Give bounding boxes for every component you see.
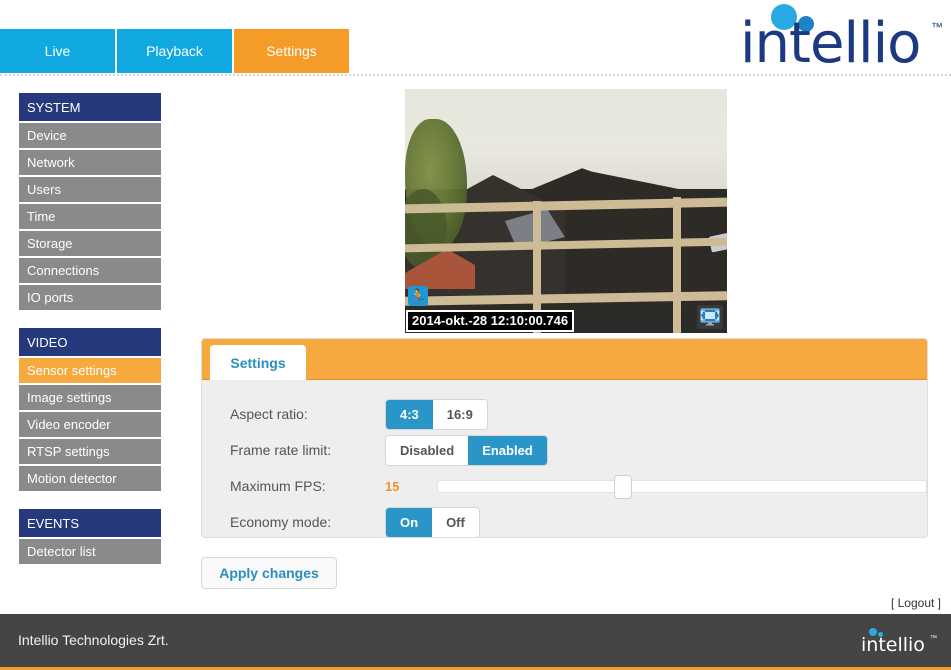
sidebar-item-time[interactable]: Time [19,204,161,231]
frame-rate-limit-option-disabled[interactable]: Disabled [386,435,469,465]
panel-tab-bar: Settings [202,339,927,380]
row-frame-rate-limit: Frame rate limit: Disabled Enabled [230,432,927,468]
sidebar-group-system: SYSTEM Device Network Users Time Storage… [19,93,161,312]
sidebar-group-video: VIDEO Sensor settings Image settings Vid… [19,328,161,493]
sidebar-header-video: VIDEO [19,328,161,356]
aspect-ratio-option-4-3[interactable]: 4:3 [386,399,433,429]
page-header: intellio ™ Live Playback Settings [0,0,951,78]
sidebar-header-events: EVENTS [19,509,161,537]
row-aspect-ratio: Aspect ratio: 4:3 16:9 [230,396,927,432]
panel-tab-settings[interactable]: Settings [210,345,306,380]
apply-changes-label: Apply changes [219,565,319,581]
row-economy-mode: Economy mode: On Off [230,504,927,537]
label-aspect-ratio: Aspect ratio: [230,406,308,422]
label-frame-rate-limit: Frame rate limit: [230,442,332,458]
sidebar-item-storage[interactable]: Storage [19,231,161,258]
sidebar-item-users[interactable]: Users [19,177,161,204]
label-maximum-fps: Maximum FPS: [230,478,326,494]
tab-playback[interactable]: Playback [117,29,234,73]
panel-tab-settings-label: Settings [230,354,286,371]
app-root: intellio ™ Live Playback Settings SYSTEM… [0,0,951,670]
tab-live-label: Live [44,43,71,59]
sidebar: SYSTEM Device Network Users Time Storage… [19,93,161,582]
panel-body: Aspect ratio: 4:3 16:9 Frame rate limit:… [202,380,927,537]
logo-wordmark: intellio [740,11,921,76]
sidebar-item-image-settings[interactable]: Image settings [19,385,161,412]
footer-logo-trademark: ™ [930,635,937,642]
sidebar-item-video-encoder[interactable]: Video encoder [19,412,161,439]
video-timestamp: 2014-okt.-28 12:10:00.746 [406,310,575,332]
sidebar-header-system: SYSTEM [19,93,161,121]
page-footer: Intellio Technologies Zrt. intellio ™ [0,614,951,670]
footer-logo-wordmark: intellio [861,634,925,656]
frame-rate-limit-segmented-control: Disabled Enabled [385,434,548,466]
tab-live[interactable]: Live [0,29,117,73]
motion-running-person-icon[interactable]: 🏃 [408,286,428,306]
logo-trademark: ™ [931,20,943,34]
sidebar-item-detector-list[interactable]: Detector list [19,539,161,566]
sidebar-group-events: EVENTS Detector list [19,509,161,566]
sidebar-item-rtsp-settings[interactable]: RTSP settings [19,439,161,466]
tab-settings[interactable]: Settings [234,29,351,73]
settings-panel: Settings Aspect ratio: 4:3 16:9 Frame ra… [201,338,928,538]
frame-rate-limit-option-enabled[interactable]: Enabled [468,435,547,465]
aspect-ratio-segmented-control: 4:3 16:9 [385,398,488,430]
sidebar-item-device[interactable]: Device [19,123,161,150]
economy-mode-segmented-control: On Off [385,506,480,537]
logout-link[interactable]: [ Logout ] [891,596,941,610]
video-railing-post [673,197,681,333]
economy-mode-option-off[interactable]: Off [432,507,479,537]
video-preview[interactable]: 🏃 2014-okt.-28 12:10:00.746 [405,89,727,333]
logout-label: [ Logout ] [890,596,941,610]
footer-company-name: Intellio Technologies Zrt. [18,632,169,648]
maximum-fps-value: 15 [385,478,400,494]
tab-playback-label: Playback [146,43,203,59]
monitor-fullscreen-icon[interactable] [697,305,723,329]
maximum-fps-slider-handle[interactable] [613,474,632,499]
aspect-ratio-option-16-9[interactable]: 16:9 [432,399,487,429]
sidebar-item-io-ports[interactable]: IO ports [19,285,161,312]
apply-changes-button[interactable]: Apply changes [201,557,337,589]
sidebar-item-network[interactable]: Network [19,150,161,177]
footer-intellio-logo: intellio ™ [861,626,937,660]
sidebar-item-motion-detector[interactable]: Motion detector [19,466,161,493]
sidebar-item-connections[interactable]: Connections [19,258,161,285]
tab-settings-label: Settings [266,43,317,59]
maximum-fps-slider[interactable] [437,474,927,499]
main-nav-tabs: Live Playback Settings [0,29,351,73]
intellio-logo: intellio ™ [730,2,945,74]
header-divider [0,74,951,76]
row-maximum-fps: Maximum FPS: 15 [230,468,927,504]
label-economy-mode: Economy mode: [230,514,332,530]
sidebar-item-sensor-settings[interactable]: Sensor settings [19,358,161,385]
economy-mode-option-on[interactable]: On [386,507,433,537]
